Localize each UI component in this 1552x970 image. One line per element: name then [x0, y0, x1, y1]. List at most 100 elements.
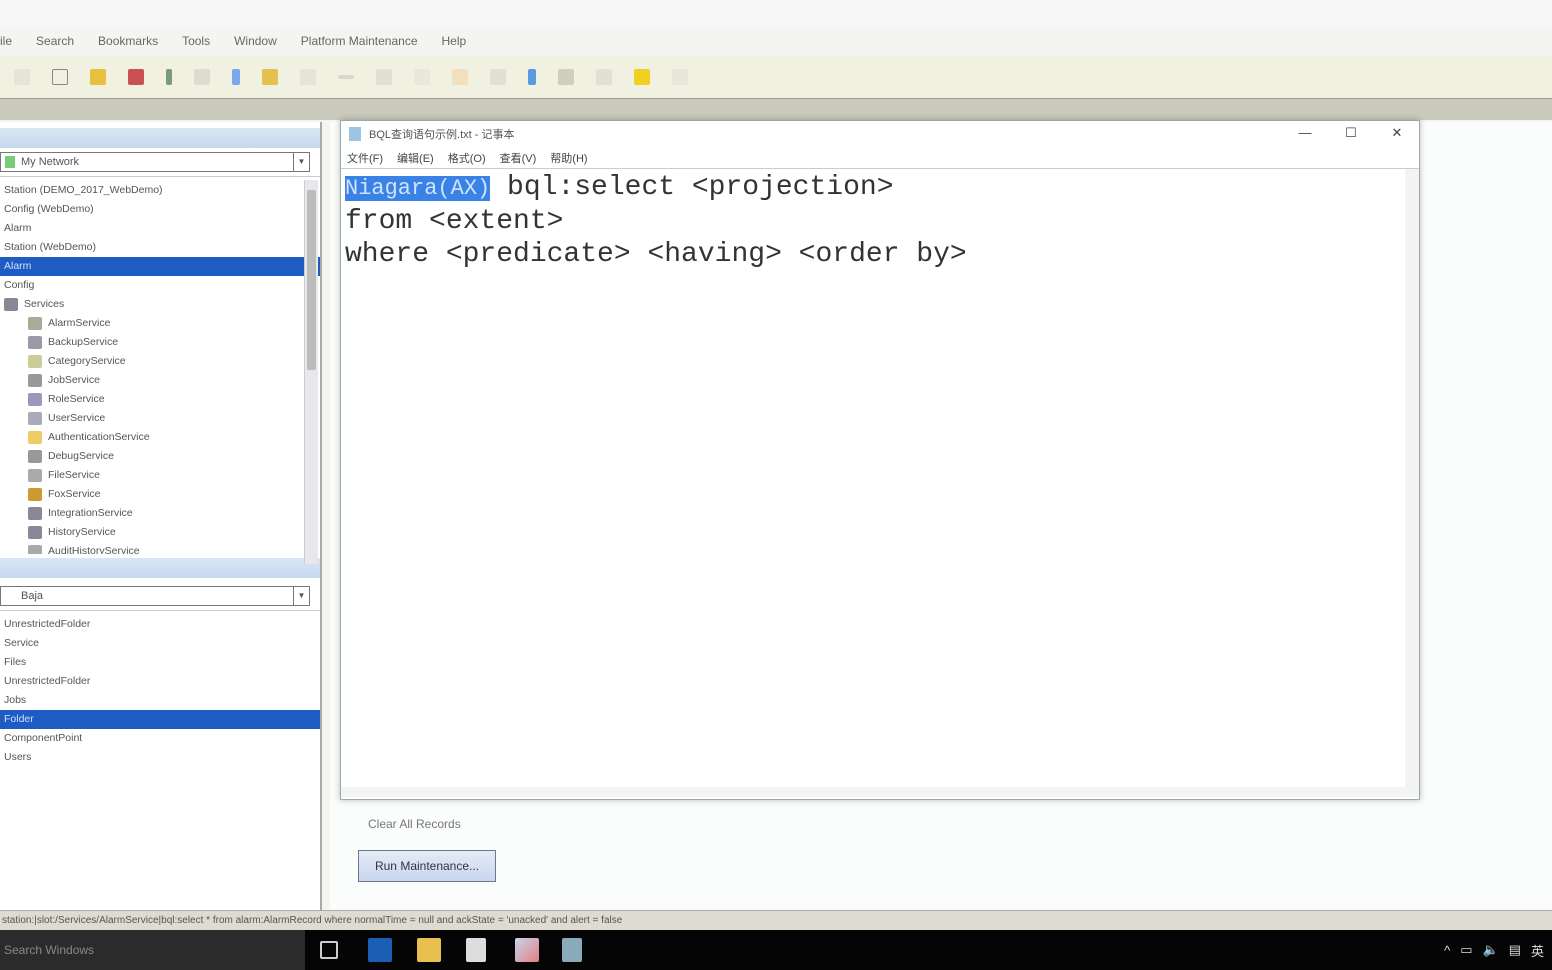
tree-item[interactable]: FoxService — [0, 485, 320, 504]
tool-icon[interactable] — [558, 69, 574, 85]
palette-item[interactable]: UnrestrictedFolder — [0, 672, 320, 691]
menu-window[interactable]: Window — [234, 34, 277, 48]
network-icon[interactable]: ▭ — [1460, 942, 1472, 958]
notepad-vertical-scrollbar[interactable] — [1405, 169, 1419, 797]
volume-icon[interactable]: 🔈 — [1483, 942, 1499, 958]
palette-item[interactable]: UnrestrictedFolder — [0, 615, 320, 634]
tree-item[interactable]: DebugService — [0, 447, 320, 466]
tree-label: Alarm — [4, 260, 32, 272]
tree-item[interactable]: HistoryService — [0, 523, 320, 542]
palette-item[interactable]: Users — [0, 748, 320, 767]
taskbar-search[interactable]: Search Windows — [0, 930, 305, 970]
notepad-menu-help[interactable]: 帮助(H) — [550, 150, 587, 166]
notepad-horizontal-scrollbar[interactable] — [341, 787, 1405, 797]
palette-label: UnrestrictedFolder — [4, 618, 91, 630]
notepad-menu-format[interactable]: 格式(O) — [448, 150, 486, 166]
nav-tree-scrollbar[interactable] — [304, 180, 318, 564]
chevron-down-icon[interactable]: ▼ — [293, 587, 309, 605]
palette-selector[interactable]: Baja ▼ — [0, 586, 310, 606]
task-view-icon[interactable] — [320, 941, 338, 959]
tool-icon[interactable] — [596, 69, 612, 85]
locator-bar — [0, 98, 1552, 120]
run-maintenance-button[interactable]: Run Maintenance... — [358, 850, 496, 882]
node-icon — [28, 430, 42, 444]
tool-icon[interactable] — [414, 69, 430, 85]
tree-item[interactable]: IntegrationService — [0, 504, 320, 523]
tool-icon[interactable] — [672, 69, 688, 85]
maximize-button[interactable]: ☐ — [1341, 125, 1361, 141]
menu-bar: ile Search Bookmarks Tools Window Platfo… — [0, 28, 1552, 54]
menu-tools[interactable]: Tools — [182, 34, 210, 48]
close-button[interactable]: ✕ — [1387, 125, 1407, 141]
notepad-title-bar[interactable]: BQL查询语句示例.txt - 记事本 — ☐ ✕ — [341, 121, 1419, 147]
tree-item[interactable]: UserService — [0, 409, 320, 428]
tree-item[interactable]: Config (WebDemo) — [0, 200, 320, 219]
edge-icon[interactable] — [368, 938, 392, 962]
tool-icon[interactable] — [376, 69, 392, 85]
palette-item[interactable]: Folder — [0, 710, 320, 729]
minimize-button[interactable]: — — [1295, 125, 1315, 140]
menu-search[interactable]: Search — [36, 34, 74, 48]
input-language[interactable]: 英 — [1531, 941, 1544, 960]
copy-icon[interactable] — [232, 69, 240, 85]
notepad-menu-edit[interactable]: 编辑(E) — [397, 150, 434, 166]
tool-icon[interactable] — [490, 69, 506, 85]
info-icon[interactable] — [528, 69, 536, 85]
notepad-menu-file[interactable]: 文件(F) — [347, 150, 383, 166]
paste-icon[interactable] — [300, 69, 316, 85]
menu-help[interactable]: Help — [442, 34, 467, 48]
tree-label: Services — [24, 298, 65, 310]
tree-item[interactable]: RoleService — [0, 390, 320, 409]
tree-item[interactable]: Station (DEMO_2017_WebDemo) — [0, 181, 320, 200]
tree-label: AuthenticationService — [48, 431, 150, 443]
palette-item[interactable]: Jobs — [0, 691, 320, 710]
node-icon — [28, 392, 42, 406]
cut-icon[interactable] — [194, 69, 210, 85]
file-explorer-icon[interactable] — [417, 938, 441, 962]
notepad-text-area[interactable]: Niagara(AX) bql:select <projection> from… — [341, 169, 1419, 797]
tree-item[interactable]: Alarm — [0, 219, 320, 238]
tree-item[interactable]: CategoryService — [0, 352, 320, 371]
node-icon — [28, 335, 42, 349]
notepad-menu-view[interactable]: 查看(V) — [500, 150, 537, 166]
tree-label: CategoryService — [48, 355, 126, 367]
palette-item[interactable]: Service — [0, 634, 320, 653]
palette-item[interactable]: Files — [0, 653, 320, 672]
menu-platform-maintenance[interactable]: Platform Maintenance — [301, 34, 418, 48]
chevron-up-icon[interactable]: ^ — [1444, 943, 1450, 958]
tree-item[interactable]: AuthenticationService — [0, 428, 320, 447]
tree-item[interactable]: AuditHistoryService — [0, 542, 320, 554]
clear-all-records-label[interactable]: Clear All Records — [368, 817, 461, 831]
view-icon[interactable] — [52, 69, 68, 85]
workbench-icon[interactable] — [515, 938, 539, 962]
folder-icon[interactable] — [262, 69, 278, 85]
tree-item[interactable]: JobService — [0, 371, 320, 390]
notepad-taskbar-icon[interactable] — [562, 938, 582, 962]
pin-icon[interactable] — [166, 69, 172, 85]
refresh-icon[interactable] — [90, 69, 106, 85]
system-tray: ^ ▭ 🔈 ▤ 英 — [1444, 930, 1544, 970]
tree-item[interactable]: Station (WebDemo) — [0, 238, 320, 257]
stop-icon[interactable] — [128, 69, 144, 85]
tree-item[interactable]: FileService — [0, 466, 320, 485]
back-icon[interactable] — [14, 69, 30, 85]
tree-item[interactable]: AlarmService — [0, 314, 320, 333]
tree-label: FileService — [48, 469, 100, 481]
tree-item[interactable]: Config — [0, 276, 320, 295]
menu-file[interactable]: ile — [0, 34, 12, 48]
palette-item[interactable]: ComponentPoint — [0, 729, 320, 748]
tool-icon[interactable] — [452, 69, 468, 85]
chevron-down-icon[interactable]: ▼ — [293, 153, 309, 171]
notepad-menu-bar: 文件(F) 编辑(E) 格式(O) 查看(V) 帮助(H) — [341, 147, 1419, 169]
tree-item[interactable]: Alarm — [0, 257, 320, 276]
tree-item[interactable]: BackupService — [0, 333, 320, 352]
node-icon — [28, 544, 42, 554]
notification-icon[interactable]: ▤ — [1509, 942, 1521, 958]
tree-item[interactable]: Services — [0, 295, 320, 314]
nav-selector[interactable]: My Network ▼ — [0, 152, 310, 172]
menu-bookmarks[interactable]: Bookmarks — [98, 34, 158, 48]
tree-label: HistoryService — [48, 526, 116, 538]
status-bar: station:|slot:/Services/AlarmService|bql… — [0, 910, 1552, 930]
store-icon[interactable] — [466, 938, 486, 962]
note-icon[interactable] — [634, 69, 650, 85]
